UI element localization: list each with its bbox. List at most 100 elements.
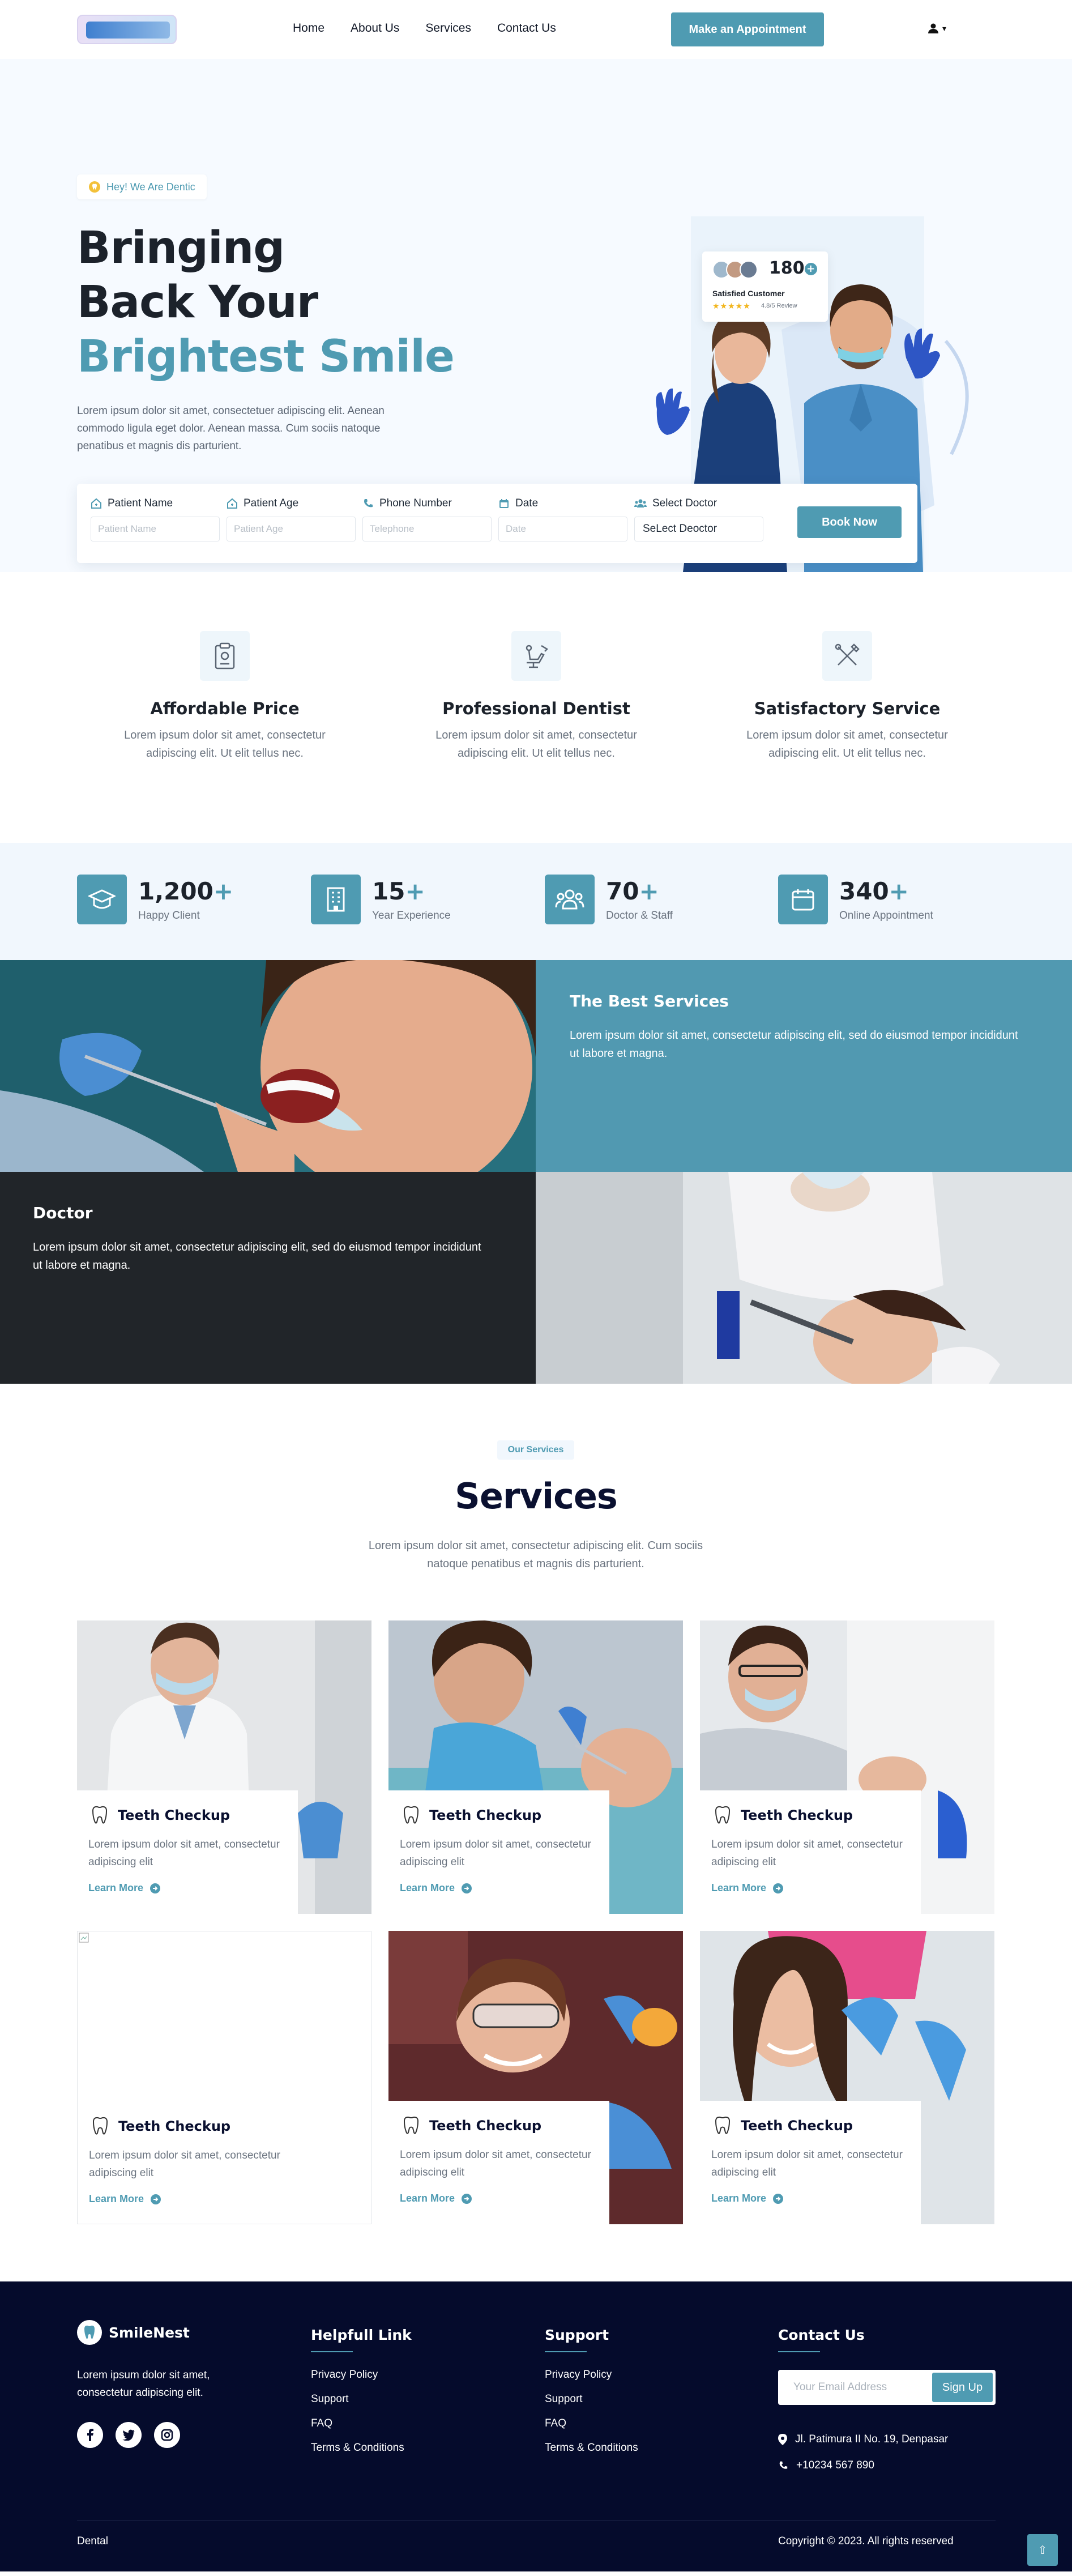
feature-affordable-price: Affordable Price Lorem ipsum dolor sit a… (100, 631, 349, 762)
patient-age-field: Patient Age (227, 495, 356, 541)
learn-more-link[interactable]: Learn More (711, 1882, 909, 1894)
phone-number-input[interactable] (362, 517, 492, 541)
learn-more-label: Learn More (400, 2193, 455, 2204)
top-nav: Home About Us Services Contact Us Make a… (0, 0, 1072, 59)
hero-description: Lorem ipsum dolor sit amet, consectetuer… (77, 405, 385, 452)
learn-more-link[interactable]: Learn More (400, 2193, 598, 2204)
select-doctor-label: Select Doctor (652, 497, 717, 509)
sign-up-button[interactable]: Sign Up (932, 2373, 993, 2402)
nav-about-link[interactable]: About Us (351, 22, 399, 35)
nav-home-link[interactable]: Home (293, 22, 324, 35)
stat-number: 70 (606, 877, 639, 905)
service-card-body: Teeth Checkup Lorem ipsum dolor sit amet… (700, 2101, 921, 2224)
main-menu: Home About Us Services Contact Us (293, 22, 556, 35)
date-input[interactable] (498, 517, 627, 541)
footer-link[interactable]: Terms & Conditions (311, 2436, 412, 2460)
date-field: Date (498, 495, 627, 541)
learn-more-link[interactable]: Learn More (88, 1882, 287, 1894)
phone-number-field: Phone Number (362, 495, 492, 541)
facebook-icon[interactable] (77, 2422, 103, 2448)
brand-logo[interactable] (77, 15, 177, 44)
calendar-icon (499, 499, 509, 508)
service-card[interactable]: Teeth Checkup Lorem ipsum dolor sit amet… (388, 1931, 683, 2224)
service-card-body: Teeth Checkup Lorem ipsum dolor sit amet… (78, 2101, 298, 2224)
services-section: Our Services Services Lorem ipsum dolor … (0, 1384, 1072, 2281)
user-icon (928, 23, 938, 33)
learn-more-link[interactable]: Learn More (711, 2193, 909, 2204)
doctor-select[interactable]: SeLect Deoctor (634, 517, 763, 541)
stat-doctor-staff: 70+ Doctor & Staff (545, 875, 673, 924)
footer-link[interactable]: Support (545, 2387, 638, 2411)
service-card-desc: Lorem ipsum dolor sit amet, consectetur … (711, 1839, 903, 1868)
user-menu-toggle[interactable]: ▾ (928, 23, 946, 34)
select-doctor-field: Select Doctor SeLect Deoctor (634, 495, 763, 541)
dentist-treatment-photo (536, 1172, 1072, 1384)
stat-number: 1,200 (138, 877, 213, 905)
service-card-title: Teeth Checkup (118, 1807, 230, 1823)
footer-bottom-label: Dental (77, 2535, 108, 2547)
learn-more-label: Learn More (400, 1882, 455, 1893)
stat-label: Doctor & Staff (606, 910, 673, 922)
twitter-icon[interactable] (116, 2422, 142, 2448)
tooth-badge-icon (89, 181, 100, 193)
stat-number: 340 (839, 877, 889, 905)
heading-underline (545, 2351, 587, 2352)
stat-label: Online Appointment (839, 910, 933, 922)
avatar (740, 261, 758, 279)
heading-underline (778, 2351, 820, 2352)
book-now-button[interactable]: Book Now (797, 506, 902, 538)
email-field[interactable] (780, 2372, 932, 2403)
footer-helpful-links: Helpfull Link Privacy Policy Support FAQ… (311, 2327, 412, 2460)
phone-text: +10234 567 890 (796, 2459, 874, 2471)
footer-contact: Contact Us (778, 2327, 865, 2352)
footer-link[interactable]: Terms & Conditions (545, 2436, 638, 2460)
hero-title-line1: Bringing (77, 223, 285, 274)
footer-brand[interactable]: SmileNest (77, 2320, 190, 2345)
instagram-icon[interactable] (154, 2422, 180, 2448)
footer-link[interactable]: FAQ (311, 2411, 412, 2436)
service-card-desc: Lorem ipsum dolor sit amet, consectetur … (89, 2149, 280, 2179)
service-card-body: Teeth Checkup Lorem ipsum dolor sit amet… (388, 2101, 609, 2224)
make-appointment-button[interactable]: Make an Appointment (671, 12, 824, 46)
scroll-to-top-button[interactable]: ⇧ (1027, 2534, 1058, 2566)
patient-age-label: Patient Age (244, 497, 299, 509)
service-card-body: Teeth Checkup Lorem ipsum dolor sit amet… (700, 1790, 921, 1914)
arrow-circle-icon (773, 1883, 784, 1893)
nav-contact-link[interactable]: Contact Us (497, 22, 556, 35)
best-services-title: The Best Services (570, 992, 729, 1010)
tooth-icon (403, 2116, 419, 2134)
service-card[interactable]: Teeth Checkup Lorem ipsum dolor sit amet… (77, 1620, 371, 1914)
feature-desc: Lorem ipsum dolor sit amet, consectetur … (124, 729, 326, 760)
footer-link[interactable]: Support (311, 2387, 412, 2411)
services-desc: Lorem ipsum dolor sit amet, consectetur … (368, 1539, 703, 1570)
patient-smile-photo (0, 960, 536, 1172)
footer-link[interactable]: Privacy Policy (311, 2362, 412, 2387)
patient-name-input[interactable] (91, 517, 220, 541)
services-title: Services (455, 1475, 618, 1517)
best-services-section: The Best Services Lorem ipsum dolor sit … (0, 960, 1072, 1384)
service-card[interactable]: Teeth Checkup Lorem ipsum dolor sit amet… (388, 1620, 683, 1914)
footer-about: Lorem ipsum dolor sit amet, consectetur … (77, 2369, 210, 2399)
learn-more-label: Learn More (711, 1882, 767, 1893)
service-card-title: Teeth Checkup (118, 2118, 231, 2134)
site-footer: SmileNest Lorem ipsum dolor sit amet, co… (0, 2281, 1072, 2571)
stat-label: Happy Client (138, 910, 200, 922)
footer-link[interactable]: Privacy Policy (545, 2362, 638, 2387)
service-card[interactable]: Teeth Checkup Lorem ipsum dolor sit amet… (700, 1620, 994, 1914)
stat-plus: + (213, 877, 234, 905)
nav-services-link[interactable]: Services (425, 22, 471, 35)
arrow-circle-icon (150, 1883, 161, 1893)
date-label: Date (515, 497, 539, 509)
hero-title-line2: Back Your (77, 277, 318, 328)
service-card[interactable]: Teeth Checkup Lorem ipsum dolor sit amet… (700, 1931, 994, 2224)
patient-name-field: Patient Name (91, 495, 220, 541)
patient-age-input[interactable] (227, 517, 356, 541)
customer-avatars (712, 261, 758, 279)
learn-more-link[interactable]: Learn More (400, 1882, 598, 1894)
hero-section: Hey! We Are Dentic Bringing Back Your Br… (0, 59, 1072, 572)
footer-link[interactable]: FAQ (545, 2411, 638, 2436)
learn-more-link[interactable]: Learn More (89, 2193, 287, 2205)
best-services-desc: Lorem ipsum dolor sit amet, consectetur … (570, 1029, 1018, 1060)
service-card[interactable]: Teeth Checkup Lorem ipsum dolor sit amet… (77, 1931, 371, 2224)
social-links (77, 2422, 180, 2448)
